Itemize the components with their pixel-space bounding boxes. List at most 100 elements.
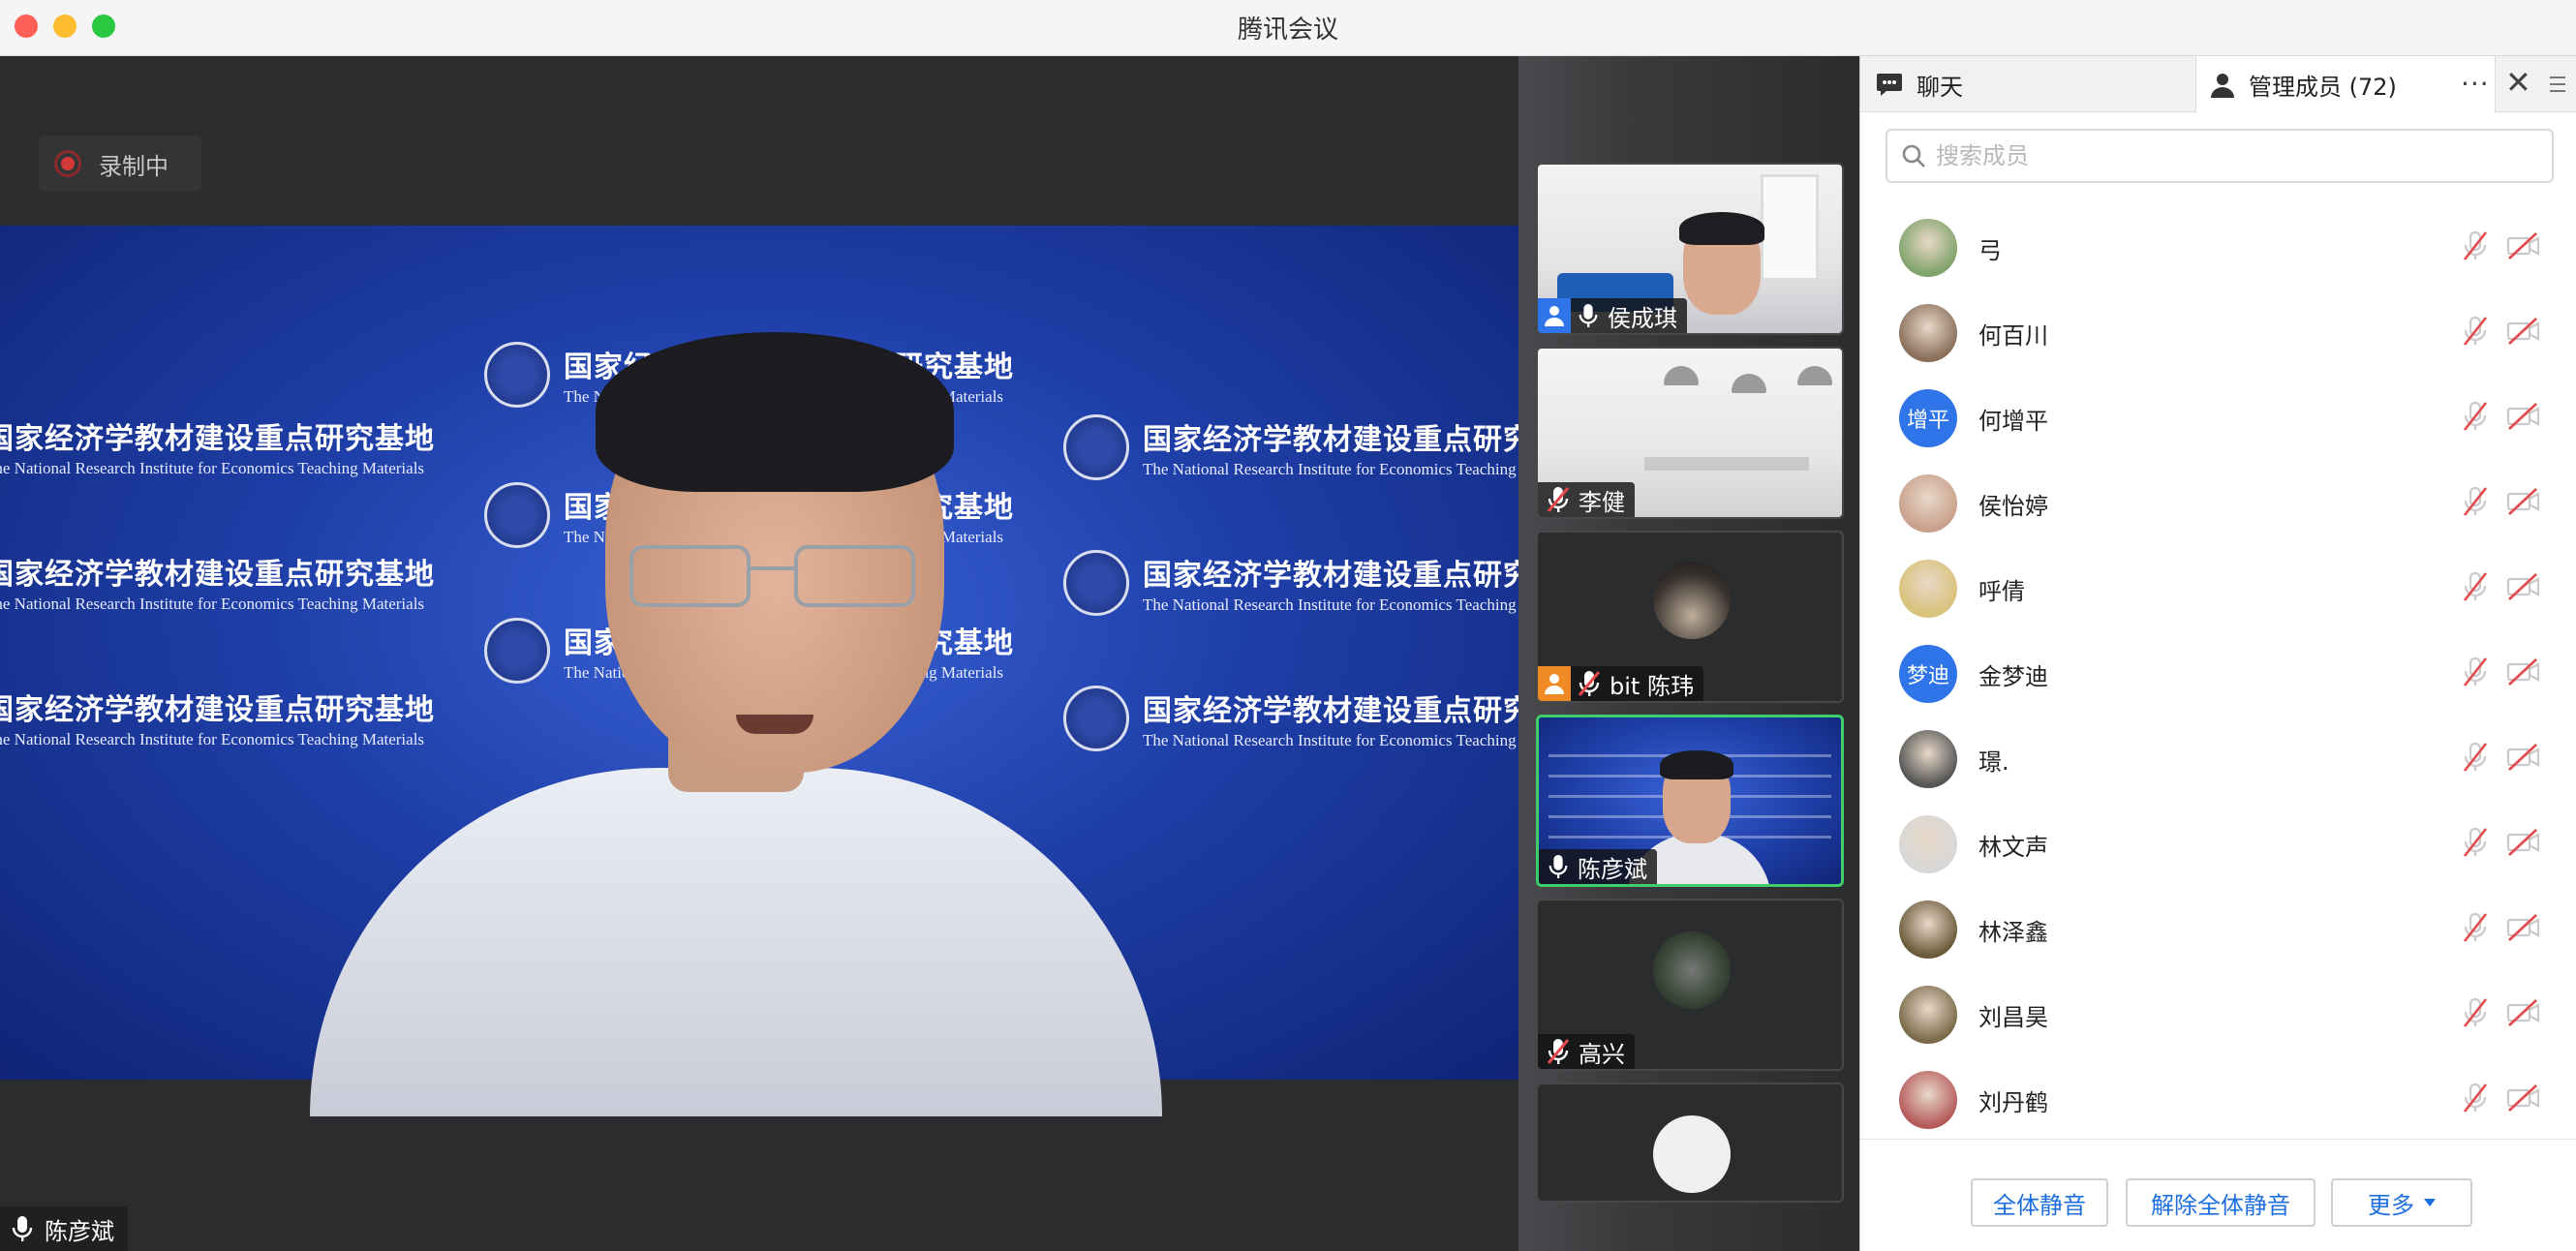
recording-badge[interactable]: 录制中	[39, 136, 201, 192]
camera-off-icon[interactable]	[2505, 913, 2542, 946]
member-name: 林文声	[1978, 833, 2048, 861]
camera-off-icon[interactable]	[2505, 231, 2542, 264]
person-icon	[2210, 72, 2235, 99]
camera-off-icon[interactable]	[2505, 743, 2542, 776]
member-avatar	[1899, 219, 1957, 277]
mute-all-button[interactable]: 全体静音	[1971, 1178, 2108, 1227]
tile-label: 李健	[1538, 482, 1635, 517]
member-row[interactable]: 刘丹鹤	[1860, 1057, 2576, 1139]
mic-muted-icon[interactable]	[2461, 996, 2490, 1033]
backdrop-logo-row: 国家经济学教材建设重点研究基地 The National Research Ins…	[1063, 414, 1518, 480]
member-avatar: 增平	[1899, 389, 1957, 447]
member-row[interactable]: 刘昌昊	[1860, 972, 2576, 1057]
tab-members[interactable]: 管理成员 (72)	[2195, 56, 2496, 113]
member-name: 侯怡婷	[1978, 492, 2048, 520]
panel-tabs: 聊天 管理成员 (72) ··· ✕	[1860, 56, 2576, 113]
member-row[interactable]: 璟.	[1860, 717, 2576, 802]
gallery-tile[interactable]: 高兴	[1536, 899, 1844, 1071]
backdrop-text-en: The National Research Institute for Econ…	[1143, 595, 1518, 614]
member-name: 金梦迪	[1978, 662, 2048, 690]
more-button-label: 更多	[2368, 1191, 2414, 1219]
member-avatar	[1899, 560, 1957, 618]
member-row[interactable]: 林文声	[1860, 802, 2576, 887]
member-avatar	[1899, 986, 1957, 1044]
member-avatar	[1899, 474, 1957, 533]
camera-off-icon[interactable]	[2505, 317, 2542, 350]
tab-chat-label: 聊天	[1917, 73, 1963, 101]
backdrop-logo-row: 国家经济学教材建设重点研究基地 The National Research Ins…	[0, 686, 435, 749]
member-row[interactable]: 林泽鑫	[1860, 887, 2576, 972]
mic-icon	[12, 1216, 33, 1241]
backdrop-text-cn: 国家经济学教材建设重点研究基地	[1143, 694, 1518, 728]
unmute-all-button[interactable]: 解除全体静音	[2126, 1178, 2315, 1227]
participant-avatar	[1653, 931, 1731, 1009]
member-avatar	[1899, 900, 1957, 959]
member-search[interactable]	[1886, 129, 2554, 183]
mic-muted-icon[interactable]	[2461, 400, 2490, 437]
mic-muted-icon	[1578, 671, 1601, 696]
institute-seal-icon	[484, 342, 550, 408]
speaker-glasses	[629, 545, 920, 613]
tile-label: 陈彦斌	[1539, 849, 1657, 884]
members-panel: 聊天 管理成员 (72) ··· ✕ 弓何百川增平 何增平侯怡婷呼倩梦迪 金梦迪璟.…	[1859, 56, 2576, 1251]
mic-muted-icon[interactable]	[2461, 741, 2490, 778]
tile-label: 侯成琪	[1538, 298, 1687, 333]
tile-name: 李健	[1579, 488, 1625, 516]
member-row[interactable]: 梦迪 金梦迪	[1860, 631, 2576, 717]
tile-label: 高兴	[1538, 1034, 1635, 1069]
camera-off-icon[interactable]	[2505, 402, 2542, 435]
gallery-tile-active[interactable]: 陈彦斌	[1536, 715, 1844, 887]
main-speaker-tag: 陈彦斌	[0, 1206, 128, 1251]
menu-icon[interactable]	[2544, 66, 2571, 103]
member-row[interactable]: 增平 何增平	[1860, 376, 2576, 461]
backdrop-text-en: The National Research Institute for Econ…	[1143, 731, 1518, 749]
main-stage: 录制中 国家经济学教材建设重点研究基地 The National Research…	[0, 56, 1518, 1251]
gallery-tile[interactable]: bit 陈玮	[1536, 531, 1844, 703]
mic-muted-icon[interactable]	[2461, 485, 2490, 522]
member-name: 何增平	[1978, 407, 2048, 435]
title-bar: 腾讯会议	[0, 0, 2576, 56]
mic-muted-icon[interactable]	[2461, 911, 2490, 948]
recording-icon	[54, 150, 81, 177]
participant-avatar	[1653, 562, 1731, 639]
chat-icon	[1876, 72, 1903, 97]
member-row[interactable]: 何百川	[1860, 290, 2576, 376]
camera-off-icon[interactable]	[2505, 828, 2542, 861]
mic-muted-icon[interactable]	[2461, 1082, 2490, 1118]
camera-off-icon[interactable]	[2505, 487, 2542, 520]
camera-off-icon[interactable]	[2505, 657, 2542, 690]
close-panel-icon[interactable]: ✕	[2505, 64, 2531, 101]
member-name: 刘昌昊	[1978, 1003, 2048, 1031]
mic-muted-icon[interactable]	[2461, 315, 2490, 351]
mic-muted-icon[interactable]	[2461, 826, 2490, 863]
mic-muted-icon[interactable]	[2461, 656, 2490, 692]
search-input[interactable]	[1936, 142, 2517, 169]
tile-name: bit 陈玮	[1610, 672, 1694, 700]
member-name: 林泽鑫	[1978, 918, 2048, 946]
camera-off-icon[interactable]	[2505, 998, 2542, 1031]
member-name: 何百川	[1978, 321, 2048, 350]
gallery-tile[interactable]: 侯成琪	[1536, 163, 1844, 335]
panel-footer: 全体静音 解除全体静音 更多	[1860, 1139, 2576, 1251]
tab-chat[interactable]: 聊天	[1876, 56, 2195, 112]
gallery-tile[interactable]: 李健	[1536, 347, 1844, 519]
member-row[interactable]: 侯怡婷	[1860, 461, 2576, 546]
member-name: 璟.	[1978, 748, 2009, 776]
mic-muted-icon	[1547, 1039, 1570, 1064]
mic-muted-icon[interactable]	[2461, 570, 2490, 607]
backdrop-text-cn: 国家经济学教材建设重点研究基地	[0, 693, 435, 727]
gallery-tile[interactable]	[1536, 1083, 1844, 1203]
more-button[interactable]: 更多	[2331, 1178, 2472, 1227]
member-row[interactable]: 弓	[1860, 205, 2576, 290]
member-row[interactable]: 呼倩	[1860, 546, 2576, 631]
member-name: 弓	[1978, 236, 2002, 264]
backdrop-text-en: The National Research Institute for Econ…	[0, 459, 425, 477]
speaker-mouth	[736, 715, 813, 734]
mic-muted-icon[interactable]	[2461, 229, 2490, 266]
more-options-icon[interactable]: ···	[2461, 68, 2490, 100]
camera-off-icon[interactable]	[2505, 1083, 2542, 1116]
participant-avatar	[1653, 1115, 1731, 1193]
chevron-down-icon	[2424, 1199, 2436, 1206]
backdrop-text-cn: 国家经济学教材建设重点研究基地	[0, 422, 435, 456]
camera-off-icon[interactable]	[2505, 572, 2542, 605]
